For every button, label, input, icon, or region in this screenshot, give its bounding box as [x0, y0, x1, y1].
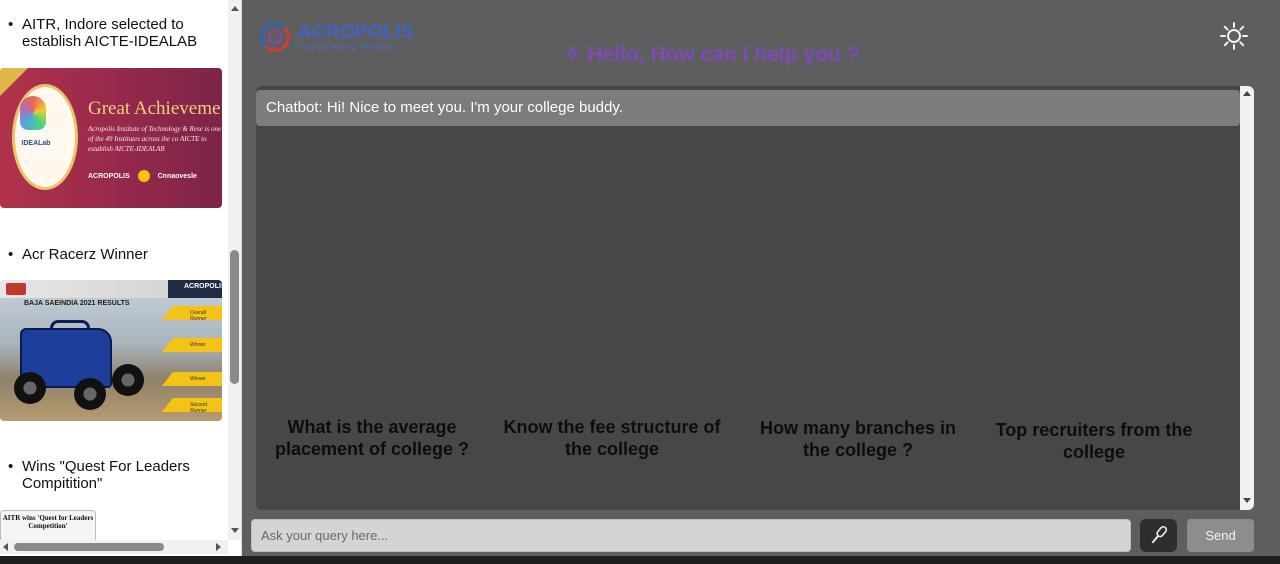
baja-logo — [6, 283, 26, 295]
scroll-down-arrow-icon[interactable] — [231, 528, 239, 533]
sun-icon — [1220, 22, 1248, 50]
wheel-icon — [14, 372, 46, 404]
bottom-edge-bar — [0, 556, 1280, 564]
news-item-title[interactable]: Wins "Quest For Leaders Compitition" — [8, 458, 230, 492]
baja-result-tag: Second Runner — [162, 398, 222, 412]
suggestion-fee-structure[interactable]: Know the fee structure of the college — [502, 416, 722, 460]
news-item: AITR, Indore selected to establish AICTE… — [8, 16, 230, 50]
scroll-up-arrow-icon[interactable] — [1243, 91, 1251, 96]
wheel-icon — [74, 378, 106, 410]
idealab-badge-label: IDEALab — [21, 140, 51, 147]
brand-tagline: Enlightening Wisdom — [299, 42, 396, 53]
chat-scrollbar[interactable] — [1240, 86, 1254, 510]
baja-result-tag: Winner — [162, 372, 222, 386]
news-horizontal-scrollbar[interactable] — [0, 540, 228, 554]
quest-caption: AITR wins 'Quest for Leaders Competition… — [2, 514, 94, 530]
idealab-logos: ACROPOLIS Cnnaovesle — [88, 170, 197, 182]
decorative-corner — [0, 68, 28, 96]
mic-button[interactable] — [1140, 519, 1177, 552]
partner-logo: Cnnaovesle — [157, 172, 197, 180]
chatbot-app: AITR, Indore selected to establish AICTE… — [0, 0, 1280, 564]
baja-results-heading: BAJA SAEINDIA 2021 RESULTS — [24, 300, 130, 307]
bot-message: Chatbot: Hi! Nice to meet you. I'm your … — [256, 90, 1240, 126]
baja-result-tag: Overall Runner — [162, 306, 222, 320]
lightbulb-icon — [20, 96, 46, 130]
scroll-up-arrow-icon[interactable] — [231, 6, 239, 11]
scroll-left-arrow-icon[interactable] — [3, 543, 8, 551]
idealab-body: Acropolis Institute of Technology & Rese… — [88, 125, 222, 153]
baja-brand: ACROPOLIS — [168, 280, 222, 298]
news-item: Acr Racerz Winner — [8, 246, 230, 263]
scrollbar-thumb[interactable] — [230, 250, 239, 384]
acropolis-logo[interactable]: ACROPOLIS Enlightening Wisdom — [258, 18, 413, 58]
idealab-headline: Great Achieveme — [88, 98, 221, 119]
acropolis-logo: ACROPOLIS — [88, 172, 130, 180]
news-item-title[interactable]: AITR, Indore selected to establish AICTE… — [8, 16, 230, 50]
news-image-idealab[interactable]: IDEALab Great Achieveme Acropolis Instit… — [0, 68, 222, 208]
baja-result-tag: Winner — [162, 338, 222, 352]
brand-name: ACROPOLIS — [298, 22, 414, 43]
news-item: Wins "Quest For Leaders Compitition" — [8, 458, 230, 492]
news-item-title[interactable]: Acr Racerz Winner — [8, 246, 230, 263]
logo-inner-ring-icon — [268, 30, 282, 44]
news-sidebar[interactable]: AITR, Indore selected to establish AICTE… — [0, 0, 242, 556]
suggestion-placement[interactable]: What is the average placement of college… — [262, 416, 482, 460]
chat-window[interactable]: Chatbot: Hi! Nice to meet you. I'm your … — [256, 86, 1254, 510]
suggestion-recruiters[interactable]: Top recruiters from the college — [984, 419, 1204, 463]
scroll-down-arrow-icon[interactable] — [1243, 498, 1251, 503]
send-button[interactable]: Send — [1187, 519, 1254, 552]
news-vertical-scrollbar[interactable] — [228, 0, 241, 540]
greeting-title: ✧ Hello, How can I help you ? — [564, 43, 860, 66]
suggestion-branches[interactable]: How many branches in the college ? — [748, 417, 968, 461]
scrollbar-thumb[interactable] — [14, 543, 164, 551]
emblem-icon — [137, 170, 150, 182]
news-image-baja[interactable]: ACROPOLIS BAJA SAEINDIA 2021 RESULTS Ove… — [0, 280, 222, 421]
wheel-icon — [112, 364, 144, 396]
microphone-icon — [1151, 525, 1168, 544]
query-input[interactable] — [251, 519, 1131, 552]
theme-toggle-button[interactable] — [1218, 20, 1250, 52]
scroll-right-arrow-icon[interactable] — [216, 543, 221, 551]
